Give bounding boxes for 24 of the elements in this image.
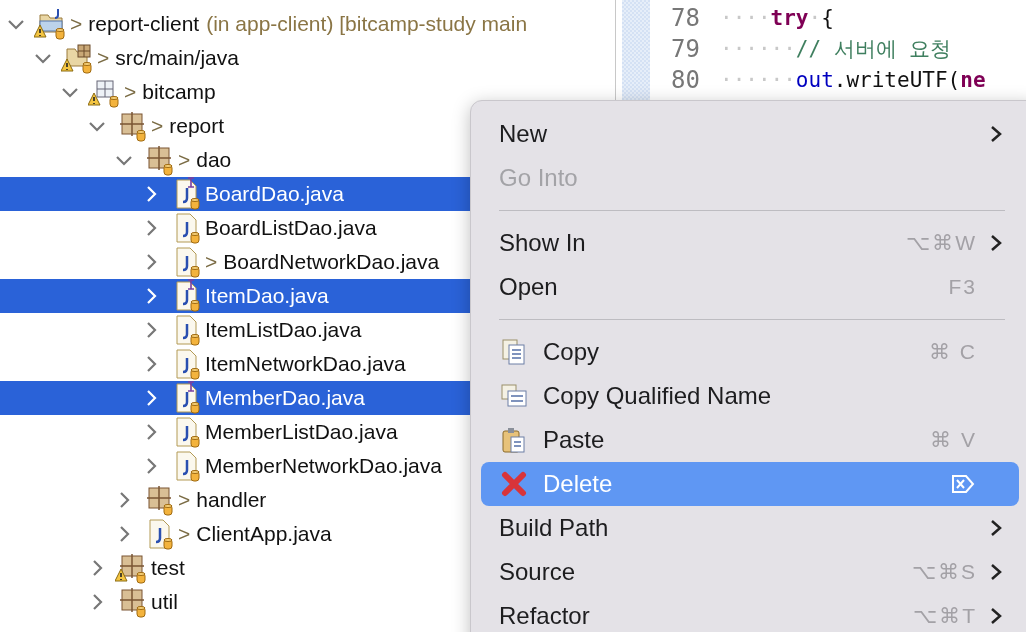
tree-item[interactable]: > report-client (in app-client) [bitcamp-study main bbox=[0, 7, 615, 41]
menu-item[interactable]: Show In ⌥⌘W bbox=[481, 221, 1019, 265]
line-number: 78 bbox=[670, 3, 701, 32]
menu-item[interactable]: Build Path bbox=[481, 506, 1019, 550]
shortcut-label: ⌘ V bbox=[930, 428, 977, 452]
menu-item[interactable]: Copy ⌘ C bbox=[481, 330, 1019, 374]
delete-icon bbox=[499, 469, 529, 499]
shortcut-label: ⌥⌘T bbox=[913, 604, 977, 628]
menu-item[interactable]: Refactor ⌥⌘T bbox=[481, 594, 1019, 632]
menu-item[interactable]: Source ⌥⌘S bbox=[481, 550, 1019, 594]
menu-item[interactable]: Paste ⌘ V bbox=[481, 418, 1019, 462]
menu-item[interactable]: New bbox=[481, 112, 1019, 156]
tree-item[interactable]: > bitcamp bbox=[0, 75, 615, 109]
line-number: 80 bbox=[670, 65, 701, 94]
code-line: ····try·{ bbox=[720, 5, 834, 30]
shortcut-label: ⌥⌘S bbox=[912, 560, 977, 584]
line-number: 79 bbox=[670, 34, 701, 63]
shortcut-label: ⌘ C bbox=[929, 340, 977, 364]
shortcut-label: ⌥⌘W bbox=[906, 231, 977, 255]
code-line: ······out.writeUTF(ne bbox=[720, 67, 986, 92]
tree-item[interactable]: > src/main/java bbox=[0, 41, 615, 75]
code-line: ······// 서버에 요청 bbox=[720, 35, 952, 63]
delete-key-icon bbox=[951, 474, 975, 494]
shortcut-label: F3 bbox=[948, 275, 977, 299]
